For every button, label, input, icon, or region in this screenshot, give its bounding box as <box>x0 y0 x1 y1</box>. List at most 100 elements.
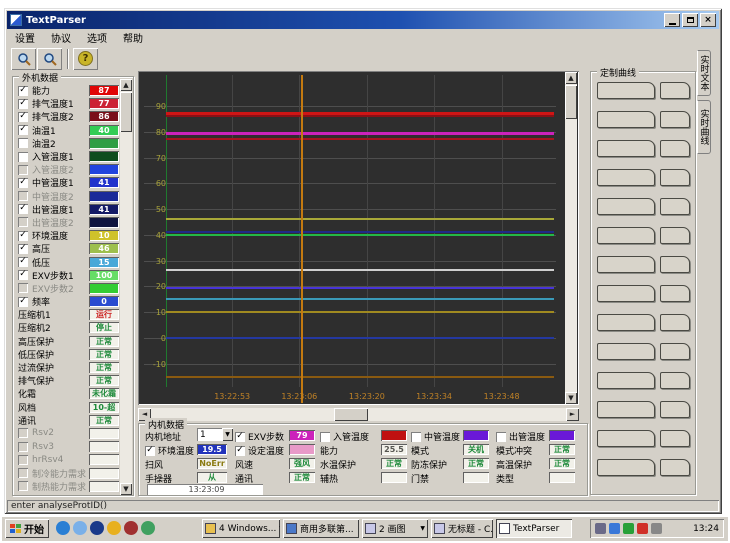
task-button-2[interactable]: 2 画图▼ <box>362 519 428 538</box>
checkbox[interactable] <box>18 481 28 491</box>
chevron-down-icon[interactable]: ▼ <box>420 525 425 532</box>
task-button-0[interactable]: 4 Windows...▼ <box>202 519 280 538</box>
checkbox[interactable]: ✓ <box>145 446 155 456</box>
folder-icon[interactable] <box>141 521 155 535</box>
curve-color-button[interactable] <box>660 140 690 157</box>
curve-slot-button[interactable] <box>597 140 655 157</box>
curve-slot-button[interactable] <box>597 372 655 389</box>
indoor-check-1[interactable]: ✓设定温度 <box>235 444 284 457</box>
indoor-ambient-label[interactable]: ✓环境温度 <box>145 444 194 457</box>
checkbox[interactable] <box>411 432 421 442</box>
curve-color-button[interactable] <box>660 169 690 186</box>
zoom-out-button[interactable] <box>37 48 62 70</box>
media-icon[interactable] <box>107 521 121 535</box>
task-button-3[interactable]: 无标题 - C... <box>431 519 493 538</box>
scroll-thumb[interactable] <box>120 92 132 132</box>
curve-color-button[interactable] <box>660 227 690 244</box>
checkbox[interactable]: ✓ <box>18 270 28 280</box>
curve-color-button[interactable] <box>660 111 690 128</box>
show-desktop-icon[interactable] <box>90 521 104 535</box>
curve-color-button[interactable] <box>660 430 690 447</box>
indoor-label-2-0[interactable]: 出管温度 <box>496 430 545 443</box>
checkbox[interactable] <box>18 283 28 293</box>
checkbox[interactable]: ✓ <box>18 86 28 96</box>
task-button-4[interactable]: TextParser <box>496 519 572 538</box>
zoom-in-button[interactable] <box>11 48 36 70</box>
checkbox[interactable]: ✓ <box>18 178 28 188</box>
checkbox[interactable]: ✓ <box>18 297 28 307</box>
tab-realtime-curve[interactable]: 实时曲线 <box>697 100 711 154</box>
curve-color-button[interactable] <box>660 285 690 302</box>
checkbox[interactable]: ✓ <box>18 125 28 135</box>
checkbox[interactable]: ✓ <box>18 204 28 214</box>
curve-slot-button[interactable] <box>597 227 655 244</box>
input-icon[interactable] <box>651 523 662 534</box>
curve-slot-button[interactable] <box>597 285 655 302</box>
checkbox[interactable] <box>18 428 28 438</box>
checkbox[interactable]: ✓ <box>18 257 28 267</box>
chart-horizontal-scrollbar[interactable]: ◄ ► <box>138 408 579 421</box>
restore-button[interactable] <box>682 13 698 27</box>
scroll-thumb[interactable] <box>334 408 368 421</box>
menu-item-2[interactable]: 选项 <box>79 30 115 45</box>
indoor-check-0[interactable]: ✓EXV步数 <box>235 430 284 443</box>
sidebar-scrollbar[interactable]: ▲ ▼ <box>120 79 132 495</box>
update-icon[interactable] <box>623 523 634 534</box>
curve-color-button[interactable] <box>660 198 690 215</box>
checkbox[interactable] <box>320 432 330 442</box>
curve-color-button[interactable] <box>660 401 690 418</box>
curve-color-button[interactable] <box>660 459 690 476</box>
checkbox[interactable] <box>18 138 28 148</box>
curve-slot-button[interactable] <box>597 256 655 273</box>
chart-area[interactable]: 9080706050403020100-1013:22:5313:23:0613… <box>138 71 579 405</box>
curve-slot-button[interactable] <box>597 169 655 186</box>
lock-icon[interactable] <box>124 521 138 535</box>
checkbox[interactable] <box>18 468 28 478</box>
scroll-down-icon[interactable]: ▼ <box>565 392 577 404</box>
start-button[interactable]: 开始 <box>5 519 49 538</box>
curve-color-button[interactable] <box>660 343 690 360</box>
curve-slot-button[interactable] <box>597 82 655 99</box>
menu-item-3[interactable]: 帮助 <box>115 30 151 45</box>
checkbox[interactable]: ✓ <box>18 244 28 254</box>
indoor-label-1-0[interactable]: 中管温度 <box>411 430 460 443</box>
curve-color-button[interactable] <box>660 256 690 273</box>
curve-slot-button[interactable] <box>597 111 655 128</box>
checkbox[interactable] <box>18 165 28 175</box>
indoor-label-0-0[interactable]: 入管温度 <box>320 430 369 443</box>
antivirus-icon[interactable] <box>637 523 648 534</box>
checkbox[interactable]: ✓ <box>18 231 28 241</box>
chevron-down-icon[interactable]: ▼ <box>222 428 233 441</box>
checkbox[interactable]: ✓ <box>235 446 245 456</box>
scroll-up-icon[interactable]: ▲ <box>565 72 577 84</box>
task-button-1[interactable]: 商用多联第... <box>283 519 359 538</box>
checkbox[interactable] <box>496 432 506 442</box>
checkbox[interactable]: ✓ <box>18 112 28 122</box>
checkbox[interactable] <box>18 217 28 227</box>
menu-item-0[interactable]: 设置 <box>7 30 43 45</box>
scroll-thumb[interactable] <box>565 85 577 119</box>
tab-realtime-text[interactable]: 实时文本 <box>697 50 711 96</box>
scroll-down-icon[interactable]: ▼ <box>120 483 132 495</box>
ie-icon[interactable] <box>56 521 70 535</box>
checkbox[interactable] <box>18 455 28 465</box>
minimize-button[interactable] <box>664 13 680 27</box>
checkbox[interactable]: ✓ <box>235 432 245 442</box>
curve-slot-button[interactable] <box>597 343 655 360</box>
checkbox[interactable] <box>18 442 28 452</box>
chevron-down-icon[interactable]: ▼ <box>279 525 280 532</box>
help-button[interactable]: ? <box>73 48 98 70</box>
checkbox[interactable] <box>18 152 28 162</box>
curve-color-button[interactable] <box>660 82 690 99</box>
scroll-up-icon[interactable]: ▲ <box>120 79 132 91</box>
printer-icon[interactable] <box>595 523 606 534</box>
checkbox[interactable] <box>18 191 28 201</box>
outlook-icon[interactable] <box>73 521 87 535</box>
menu-item-1[interactable]: 协议 <box>43 30 79 45</box>
messenger-icon[interactable] <box>609 523 620 534</box>
curve-slot-button[interactable] <box>597 459 655 476</box>
scroll-right-icon[interactable]: ► <box>566 408 579 421</box>
curve-color-button[interactable] <box>660 372 690 389</box>
curve-slot-button[interactable] <box>597 314 655 331</box>
titlebar[interactable]: TextParser × <box>7 11 719 29</box>
